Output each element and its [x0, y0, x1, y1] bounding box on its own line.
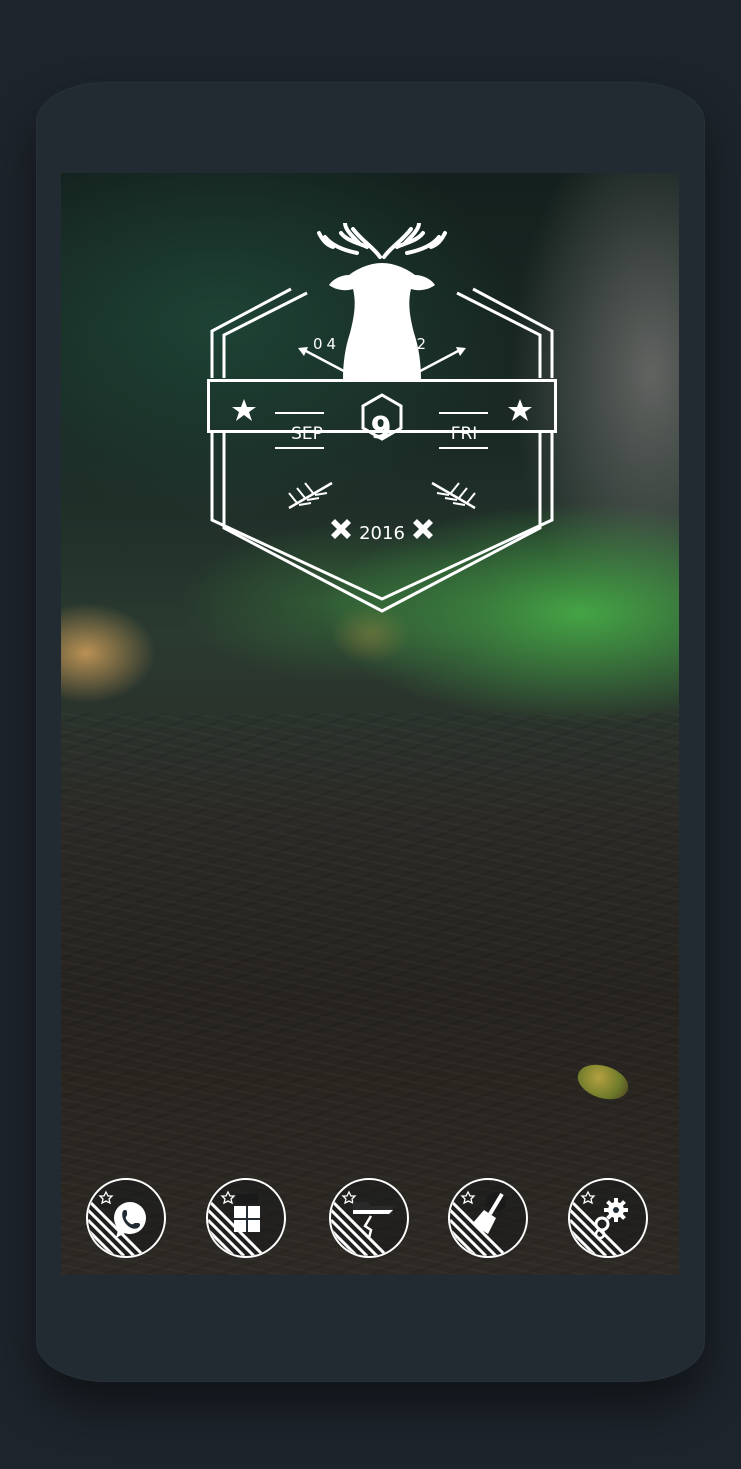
date-year: 2016	[359, 523, 405, 544]
dock-apps-button[interactable]	[206, 1178, 286, 1258]
date-day: 9	[370, 411, 392, 446]
dock-settings-button[interactable]	[568, 1178, 648, 1258]
apps-grid-icon	[208, 1190, 266, 1256]
gear-icon	[570, 1190, 628, 1256]
dock-cleaner-button[interactable]	[448, 1178, 528, 1258]
clock-widget[interactable]: 04 42 SEP 9 FRI 2016	[207, 223, 557, 615]
clock-hour: 04	[313, 335, 341, 353]
date-month: SEP	[291, 424, 323, 444]
app-dock	[61, 1178, 679, 1263]
clock-minute: 42	[403, 335, 431, 353]
folder-icon	[331, 1190, 393, 1256]
phone-icon	[88, 1190, 146, 1256]
dock-files-button[interactable]	[329, 1178, 409, 1258]
home-screen: 04 42 SEP 9 FRI 2016	[61, 173, 679, 1275]
dock-phone-button[interactable]	[86, 1178, 166, 1258]
date-weekday: FRI	[450, 424, 478, 444]
broom-icon	[450, 1190, 508, 1256]
